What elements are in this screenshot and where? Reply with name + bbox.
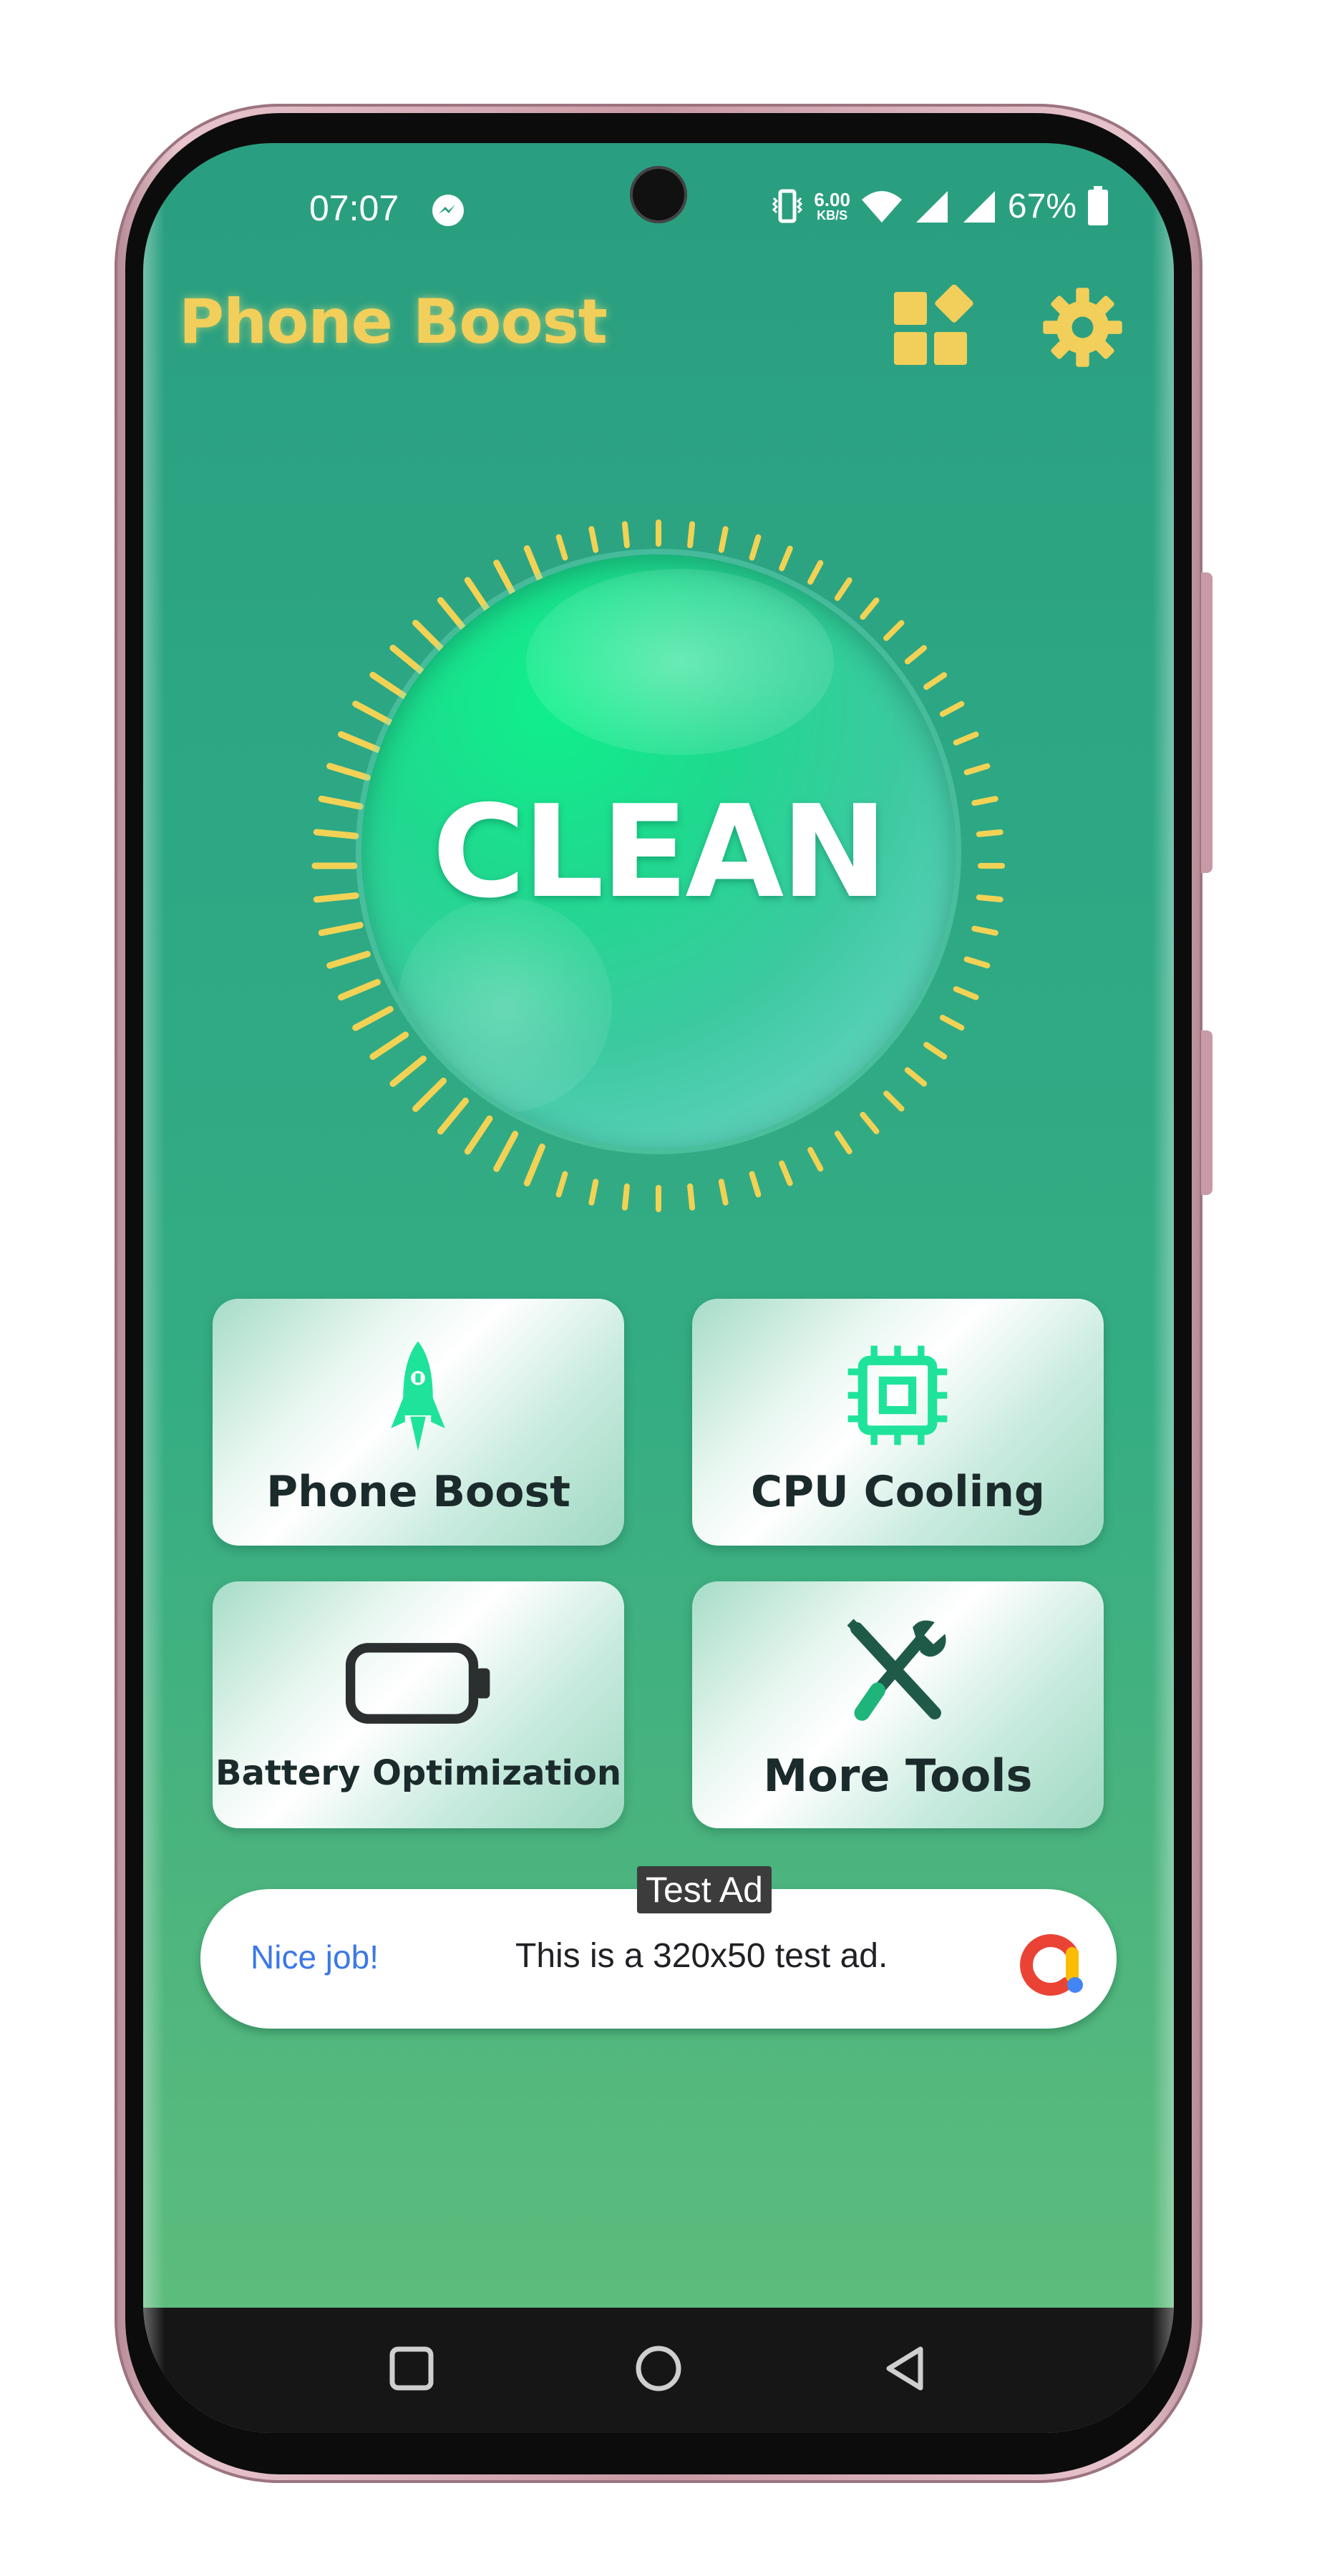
dial-tick <box>953 986 979 1000</box>
battery-status-icon <box>1088 186 1108 225</box>
dial-tick <box>718 1179 729 1206</box>
dial-tick <box>687 521 696 549</box>
messenger-icon <box>432 195 464 226</box>
more-tools-label: More Tools <box>763 1750 1033 1802</box>
back-icon[interactable] <box>873 2336 938 2401</box>
cpu-cooling-card[interactable]: CPU Cooling <box>692 1299 1104 1546</box>
dial-tick <box>555 1171 568 1198</box>
signal-icon <box>915 191 948 223</box>
cpu-chip-icon <box>847 1345 948 1445</box>
clean-button[interactable]: CLEAN <box>361 555 956 1148</box>
ad-body-text: This is a 320x50 test ad. <box>515 1937 888 1975</box>
phone-screen: 07:07 6.00 KB/S 67% Phone Boost CLEAN Ph… <box>143 143 1174 2433</box>
dial-tick <box>963 763 991 776</box>
wifi-icon <box>861 191 902 223</box>
volume-button <box>1201 572 1212 873</box>
network-speed: 6.00 KB/S <box>814 190 850 222</box>
dial-tick <box>687 1183 696 1211</box>
rocket-icon <box>391 1341 445 1451</box>
recent-apps-icon[interactable] <box>379 2336 444 2401</box>
dial-tick <box>318 922 364 937</box>
network-speed-value: 6.00 <box>814 189 850 210</box>
dial-tick <box>588 526 599 553</box>
clean-button-label: CLEAN <box>432 777 888 926</box>
dial-tick <box>963 956 991 969</box>
battery-optimization-card[interactable]: Battery Optimization <box>213 1581 624 1828</box>
dial-tick <box>807 1146 824 1172</box>
cpu-cooling-label: CPU Cooling <box>751 1467 1045 1517</box>
dial-tick <box>976 829 1003 837</box>
signal-icon-2 <box>963 191 995 223</box>
status-icons: 6.00 KB/S 67% <box>771 185 1109 228</box>
battery-percent: 67% <box>1007 187 1077 225</box>
ad-headline[interactable]: Nice job! <box>251 1938 379 1976</box>
dial-tick <box>779 1160 793 1186</box>
dial-tick <box>953 731 979 746</box>
dial-tick <box>588 1179 599 1206</box>
admob-logo-icon <box>1020 1934 1083 1996</box>
dial-tick <box>971 796 998 806</box>
power-button <box>1201 1030 1212 1195</box>
vibrate-icon <box>772 189 803 223</box>
device-mockup: 07:07 6.00 KB/S 67% Phone Boost CLEAN Ph… <box>0 0 1317 2576</box>
dial-tick <box>718 526 729 553</box>
app-title: Phone Boost <box>179 286 608 358</box>
tools-icon <box>847 1619 946 1721</box>
screen-edge-right <box>1152 143 1174 2433</box>
dial-tick <box>971 925 998 936</box>
home-icon[interactable] <box>626 2336 691 2401</box>
dial-tick <box>313 829 359 839</box>
dial-tick <box>749 1171 762 1198</box>
ad-badge: Test Ad <box>637 1866 772 1913</box>
apps-grid-icon[interactable] <box>891 285 977 371</box>
screen-edge-left <box>143 143 165 2433</box>
gear-icon[interactable] <box>1041 286 1124 369</box>
dial-tick <box>976 894 1003 903</box>
status-time: 07:07 <box>309 188 399 228</box>
dial-tick <box>318 795 364 810</box>
dial-tick <box>523 1143 545 1186</box>
dial-tick <box>313 892 359 903</box>
dial-tick <box>621 521 630 549</box>
more-tools-card[interactable]: More Tools <box>692 1581 1104 1828</box>
network-speed-unit: KB/S <box>817 208 848 223</box>
ad-banner[interactable]: Test Ad Nice job! This is a 320x50 test … <box>200 1866 1117 2029</box>
dial-tick <box>621 1183 630 1211</box>
phone-boost-label: Phone Boost <box>266 1467 570 1517</box>
status-bar: 07:07 6.00 KB/S 67% <box>143 143 1174 243</box>
battery-optimization-label: Battery Optimization <box>215 1753 621 1793</box>
navigation-bar <box>143 2308 1174 2433</box>
front-camera <box>630 166 687 223</box>
phone-boost-card[interactable]: Phone Boost <box>213 1299 624 1546</box>
battery-icon <box>345 1643 490 1724</box>
